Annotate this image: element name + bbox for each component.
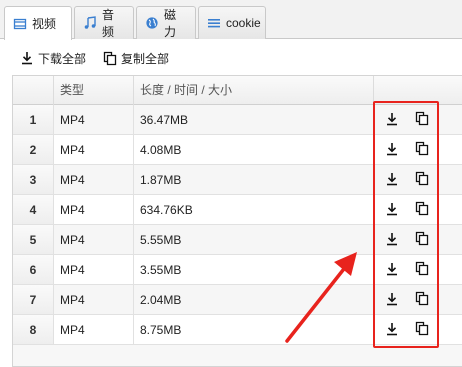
table-row[interactable]: 3 MP4 1.87MB: [13, 165, 462, 195]
table-row[interactable]: 1 MP4 36.47MB: [13, 105, 462, 135]
row-index: 2: [13, 135, 54, 165]
copy-button[interactable]: [411, 229, 433, 251]
table-row[interactable]: 8 MP4 8.75MB: [13, 315, 462, 345]
download-icon: [385, 292, 399, 309]
row-actions: [381, 165, 441, 195]
download-icon: [385, 172, 399, 189]
row-size: 2.04MB: [134, 285, 374, 315]
tab-label: cookie: [226, 16, 261, 30]
row-actions: [381, 105, 441, 135]
list-icon: [207, 16, 221, 30]
row-actions: [381, 255, 441, 285]
row-type: MP4: [54, 195, 134, 225]
download-icon: [385, 322, 399, 339]
copy-icon: [415, 321, 429, 339]
copy-all-label: 复制全部: [121, 51, 170, 66]
download-all-button[interactable]: 下载全部: [20, 49, 86, 67]
row-index: 3: [13, 165, 54, 195]
copy-icon: [415, 261, 429, 279]
download-icon: [385, 142, 399, 159]
download-button[interactable]: [381, 169, 403, 191]
download-button[interactable]: [381, 109, 403, 131]
copy-icon: [415, 171, 429, 189]
table-row[interactable]: 2 MP4 4.08MB: [13, 135, 462, 165]
copy-icon: [415, 111, 429, 129]
header-type: 类型: [54, 76, 134, 105]
row-index: 6: [13, 255, 54, 285]
copy-icon: [415, 141, 429, 159]
table-header: 类型 长度 / 时间 / 大小: [13, 76, 462, 105]
row-size: 36.47MB: [134, 105, 374, 135]
download-icon: [385, 262, 399, 279]
row-size: 4.08MB: [134, 135, 374, 165]
copy-button[interactable]: [411, 139, 433, 161]
row-size: 1.87MB: [134, 165, 374, 195]
download-button[interactable]: [381, 229, 403, 251]
copy-button[interactable]: [411, 109, 433, 131]
download-all-label: 下载全部: [38, 51, 87, 66]
toolbar: 下载全部 复制全部: [0, 39, 462, 77]
copy-icon: [415, 201, 429, 219]
row-type: MP4: [54, 225, 134, 255]
copy-icon: [415, 231, 429, 249]
row-type: MP4: [54, 315, 134, 345]
row-index: 8: [13, 315, 54, 345]
copy-button[interactable]: [411, 259, 433, 281]
tab-label: 磁力: [164, 8, 177, 39]
table-row[interactable]: 7 MP4 2.04MB: [13, 285, 462, 315]
download-icon: [22, 52, 32, 65]
copy-button[interactable]: [411, 199, 433, 221]
row-actions: [381, 285, 441, 315]
header-index: [13, 76, 54, 105]
copy-icon: [103, 51, 117, 65]
download-icon: [385, 232, 399, 249]
table-row[interactable]: 6 MP4 3.55MB: [13, 255, 462, 285]
row-size: 8.75MB: [134, 315, 374, 345]
download-icon: [385, 202, 399, 219]
table-row[interactable]: 5 MP4 5.55MB: [13, 225, 462, 255]
tab-bar: 视频 音频 磁力 cookie: [0, 0, 462, 40]
row-size: 5.55MB: [134, 225, 374, 255]
copy-all-button[interactable]: 复制全部: [103, 49, 169, 67]
row-index: 5: [13, 225, 54, 255]
tab-label: 音频: [102, 8, 115, 39]
row-index: 7: [13, 285, 54, 315]
download-button[interactable]: [381, 319, 403, 341]
row-type: MP4: [54, 255, 134, 285]
row-size: 634.76KB: [134, 195, 374, 225]
table-row[interactable]: 4 MP4 634.76KB: [13, 195, 462, 225]
tab-cookie[interactable]: cookie: [198, 6, 266, 39]
copy-button[interactable]: [411, 289, 433, 311]
globe-icon: [145, 16, 159, 30]
row-type: MP4: [54, 135, 134, 165]
row-actions: [381, 225, 441, 255]
row-size: 3.55MB: [134, 255, 374, 285]
row-actions: [381, 135, 441, 165]
tab-label: 视频: [32, 17, 57, 31]
row-type: MP4: [54, 105, 134, 135]
row-index: 4: [13, 195, 54, 225]
download-button[interactable]: [381, 199, 403, 221]
copy-button[interactable]: [411, 169, 433, 191]
header-actions: [374, 76, 462, 105]
row-type: MP4: [54, 285, 134, 315]
copy-button[interactable]: [411, 319, 433, 341]
download-button[interactable]: [381, 139, 403, 161]
media-table: 类型 长度 / 时间 / 大小 1 MP4 36.47MB 2 MP4 4.08MB 3 MP…: [12, 75, 462, 367]
row-actions: [381, 195, 441, 225]
row-type: MP4: [54, 165, 134, 195]
row-index: 1: [13, 105, 54, 135]
download-button[interactable]: [381, 289, 403, 311]
tab-video[interactable]: 视频: [4, 6, 72, 40]
row-actions: [381, 315, 441, 345]
video-icon: [13, 17, 27, 31]
header-size: 长度 / 时间 / 大小: [134, 76, 374, 105]
tab-audio[interactable]: 音频: [74, 6, 134, 39]
download-icon: [385, 112, 399, 129]
music-note-icon: [83, 16, 97, 30]
download-button[interactable]: [381, 259, 403, 281]
tab-magnet[interactable]: 磁力: [136, 6, 196, 39]
copy-icon: [415, 291, 429, 309]
